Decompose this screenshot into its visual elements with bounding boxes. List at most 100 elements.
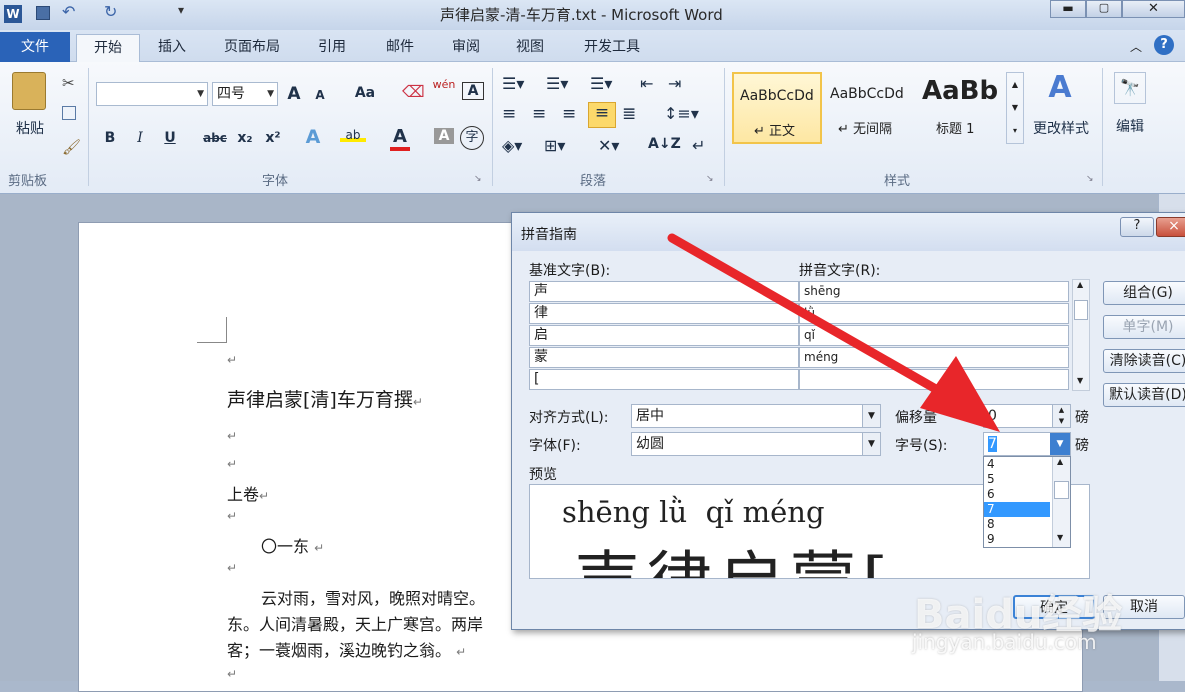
grow-font-button[interactable]: A [284, 84, 304, 104]
show-marks-button[interactable]: ↵ [692, 136, 705, 155]
numbering-button[interactable]: ☰▾ [546, 74, 568, 93]
multilevel-list-button[interactable]: ☰▾ [590, 74, 612, 93]
tab-references[interactable]: 引用 [306, 34, 358, 62]
style-normal[interactable]: AaBbCcDd ↵ 正文 [732, 72, 822, 144]
pinyin-guide-button[interactable]: wén [430, 78, 458, 91]
scroll-down-icon[interactable]: ▼ [1057, 533, 1063, 542]
group-button[interactable]: 组合(G) [1103, 281, 1185, 305]
base-text-cell[interactable]: 律 [529, 303, 799, 324]
minimize-button[interactable]: ▬ [1050, 0, 1086, 18]
size-option[interactable]: 4 [984, 457, 1050, 472]
dialog-close-button[interactable]: × [1156, 217, 1185, 237]
strikethrough-button[interactable]: abc [202, 131, 228, 145]
align-center-button[interactable]: ≡ [532, 104, 546, 124]
ruby-text-cell[interactable]: qǐ [799, 325, 1069, 346]
default-reading-button[interactable]: 默认读音(D) [1103, 383, 1185, 407]
redo-icon[interactable]: ↻ [104, 2, 117, 21]
italic-button[interactable]: I [130, 130, 150, 146]
alignment-select[interactable]: 居中 ▼ [631, 404, 881, 428]
shrink-font-button[interactable]: A [312, 88, 328, 102]
distributed-button[interactable]: ≣ [622, 104, 636, 124]
collapse-ribbon-icon[interactable]: ︿ [1130, 38, 1142, 55]
font-select[interactable]: 幼圆 ▼ [631, 432, 881, 456]
copy-icon[interactable] [62, 106, 76, 120]
change-styles-button[interactable]: 更改样式 [1030, 118, 1092, 138]
font-size-combo[interactable]: 四号 ▼ [212, 82, 278, 106]
base-text-cell[interactable]: 启 [529, 325, 799, 346]
superscript-button[interactable]: x² [262, 130, 284, 146]
word-logo-icon[interactable]: W [4, 5, 22, 23]
font-color-button[interactable]: A [390, 126, 410, 151]
sort-button[interactable]: A↓Z [648, 136, 681, 152]
rows-scrollbar[interactable]: ▲ ▼ [1072, 279, 1090, 391]
enclose-char-button[interactable]: 字 [460, 126, 484, 150]
line-spacing-button[interactable]: ↕≡▾ [664, 104, 699, 123]
scroll-thumb[interactable] [1054, 481, 1069, 499]
font-name-combo[interactable]: ▼ [96, 82, 208, 106]
cut-icon[interactable]: ✂ [62, 74, 75, 92]
scroll-down-icon[interactable]: ▼ [1077, 376, 1083, 385]
size-dropdown-list[interactable]: 456789 ▲ ▼ [983, 456, 1071, 548]
help-icon[interactable]: ? [1154, 35, 1174, 55]
ruby-text-cell[interactable]: méng [799, 347, 1069, 368]
subscript-button[interactable]: x₂ [234, 130, 256, 146]
style-no-spacing[interactable]: AaBbCcDd ↵ 无间隔 [824, 72, 914, 144]
change-case-button[interactable]: Aa [350, 85, 380, 101]
decrease-indent-button[interactable]: ⇤ [640, 74, 653, 93]
font-dialog-launcher-icon[interactable]: ↘ [474, 174, 482, 184]
styles-dialog-launcher-icon[interactable]: ↘ [1086, 174, 1094, 184]
base-text-cell[interactable]: 声 [529, 281, 799, 302]
ruby-text-cell[interactable] [799, 369, 1069, 390]
size-option[interactable]: 9 [984, 532, 1050, 547]
char-shading-button[interactable]: A [434, 128, 454, 144]
ruby-text-cell[interactable]: shēng [799, 281, 1069, 302]
size-option[interactable]: 6 [984, 487, 1050, 502]
scroll-up-icon[interactable]: ▲ [1077, 280, 1083, 289]
editing-button[interactable]: 编辑 [1110, 116, 1150, 136]
clear-reading-button[interactable]: 清除读音(C) [1103, 349, 1185, 373]
size-option[interactable]: 5 [984, 472, 1050, 487]
styles-scroll[interactable]: ▲ ▼ ▾ [1006, 72, 1024, 144]
scroll-up-icon[interactable]: ▲ [1057, 457, 1063, 466]
paste-icon[interactable] [12, 72, 46, 110]
base-text-cell[interactable]: 蒙 [529, 347, 799, 368]
tab-mailings[interactable]: 邮件 [372, 34, 428, 62]
close-button[interactable]: ✕ [1122, 0, 1185, 18]
char-border-button[interactable]: A [462, 82, 484, 100]
spinner-arrows-icon[interactable]: ▲ ▼ [1052, 405, 1070, 427]
align-left-button[interactable]: ≡ [502, 104, 516, 124]
format-painter-icon[interactable]: 🖌 [62, 138, 81, 156]
scroll-thumb[interactable] [1074, 300, 1088, 320]
paste-button[interactable]: 粘贴 [10, 118, 50, 138]
size-combo[interactable]: 7 ▼ [983, 432, 1071, 456]
borders-button[interactable]: ⊞▾ [544, 136, 565, 155]
tab-insert[interactable]: 插入 [146, 34, 198, 62]
justify-button[interactable]: ≡ [588, 102, 616, 128]
maximize-button[interactable]: ▢ [1086, 0, 1122, 18]
ruby-text-cell[interactable]: lǜ [799, 303, 1069, 324]
underline-button[interactable]: U [160, 130, 180, 146]
chevron-down-icon[interactable]: ▼ [1050, 433, 1070, 455]
save-icon[interactable] [36, 6, 50, 20]
tab-review[interactable]: 审阅 [440, 34, 492, 62]
tab-page-layout[interactable]: 页面布局 [212, 34, 292, 62]
size-option[interactable]: 8 [984, 517, 1050, 532]
increase-indent-button[interactable]: ⇥ [668, 74, 681, 93]
align-right-button[interactable]: ≡ [562, 104, 576, 124]
bold-button[interactable]: B [100, 130, 120, 146]
list-scrollbar[interactable]: ▲ ▼ [1052, 457, 1070, 547]
change-styles-icon[interactable]: A [1040, 70, 1080, 105]
dialog-help-button[interactable]: ? [1120, 217, 1154, 237]
mono-button[interactable]: 单字(M) [1103, 315, 1185, 339]
tab-home[interactable]: 开始 [76, 34, 140, 63]
shading-button[interactable]: ◈▾ [502, 136, 522, 155]
chinese-layout-button[interactable]: ✕▾ [598, 136, 619, 155]
offset-spinner[interactable]: 0 ▲ ▼ [983, 404, 1071, 428]
undo-icon[interactable]: ↶ [62, 2, 75, 21]
text-effects-button[interactable]: A [300, 126, 326, 148]
highlight-button[interactable]: ab [340, 128, 366, 142]
size-option[interactable]: 7 [984, 502, 1050, 517]
base-text-cell[interactable]: [ [529, 369, 799, 390]
tab-file[interactable]: 文件 [0, 32, 70, 62]
tab-view[interactable]: 视图 [504, 34, 556, 62]
